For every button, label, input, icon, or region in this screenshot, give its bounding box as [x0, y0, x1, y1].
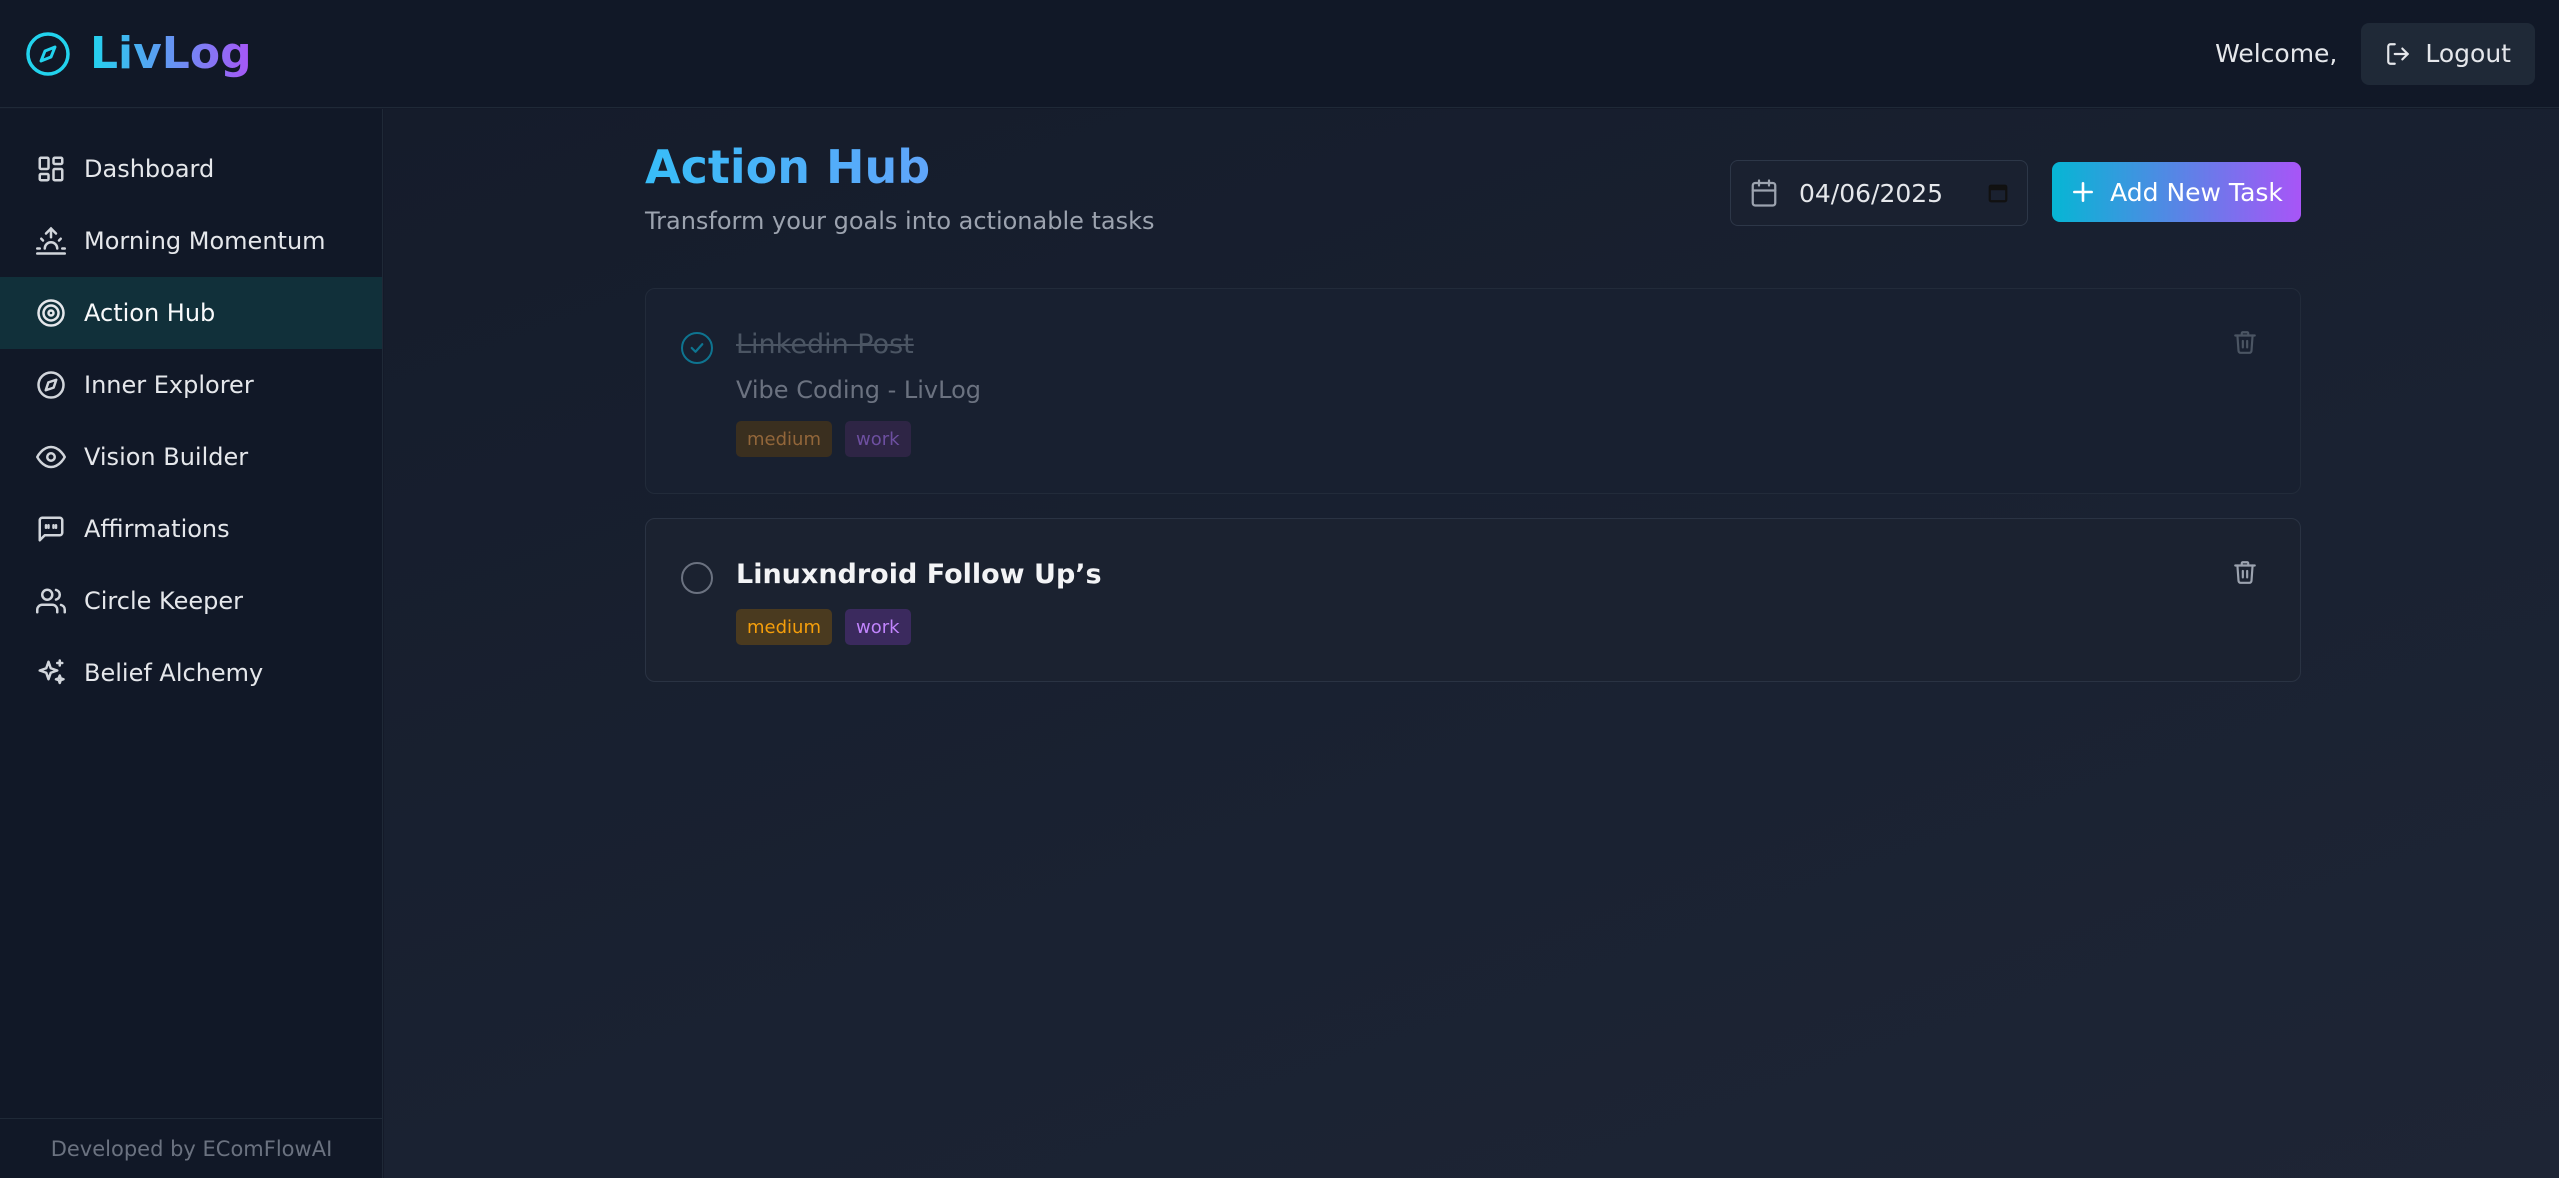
- sidebar: Dashboard Morning Momentum Action Hub In…: [0, 109, 383, 1178]
- priority-badge: medium: [736, 421, 832, 457]
- task-description: Vibe Coding - LivLog: [736, 376, 982, 404]
- add-new-task-label: Add New Task: [2110, 177, 2283, 207]
- sidebar-item-label: Inner Explorer: [84, 371, 254, 399]
- sidebar-item-morning-momentum[interactable]: Morning Momentum: [0, 205, 382, 277]
- users-icon: [36, 588, 66, 614]
- sidebar-footer: Developed by EComFlowAI: [0, 1118, 383, 1178]
- sidebar-item-label: Affirmations: [84, 515, 230, 543]
- add-new-task-button[interactable]: Add New Task: [2052, 162, 2301, 222]
- sidebar-nav: Dashboard Morning Momentum Action Hub In…: [0, 109, 382, 709]
- logout-label: Logout: [2425, 39, 2511, 68]
- sidebar-item-label: Action Hub: [84, 299, 216, 327]
- sidebar-item-label: Vision Builder: [84, 443, 249, 471]
- sidebar-item-label: Dashboard: [84, 155, 215, 183]
- compass-logo-icon: [26, 31, 70, 76]
- sidebar-item-belief-alchemy[interactable]: Belief Alchemy: [0, 637, 382, 709]
- trash-icon[interactable]: [2232, 559, 2258, 585]
- task-tags: medium work: [736, 609, 911, 645]
- dashboard-icon: [38, 156, 64, 182]
- task-card: Linkedin Post Vibe Coding - LivLog mediu…: [645, 288, 2301, 494]
- calendar-picker-icon[interactable]: [1987, 182, 2009, 204]
- app-name: LivLog: [90, 28, 252, 79]
- brand[interactable]: LivLog: [24, 28, 252, 79]
- sidebar-item-circle-keeper[interactable]: Circle Keeper: [0, 565, 382, 637]
- page-title: Action Hub: [645, 140, 931, 194]
- page-subtitle: Transform your goals into actionable tas…: [645, 207, 1155, 235]
- task-card: Linuxndroid Follow Up’s medium work: [645, 518, 2301, 682]
- top-header: LivLog Welcome, Logout: [0, 0, 2559, 108]
- sidebar-item-label: Morning Momentum: [84, 227, 326, 255]
- message-quote-icon: [38, 516, 64, 542]
- check-icon: [690, 343, 704, 353]
- task-complete-checkbox[interactable]: [681, 332, 713, 364]
- footer-credit: Developed by EComFlowAI: [50, 1136, 333, 1161]
- date-picker-field[interactable]: 04/06/2025: [1730, 160, 2028, 226]
- sidebar-item-inner-explorer[interactable]: Inner Explorer: [0, 349, 382, 421]
- date-value: 04/06/2025: [1799, 178, 1944, 208]
- logout-icon: [2387, 42, 2410, 65]
- priority-badge: medium: [736, 609, 832, 645]
- task-complete-checkbox[interactable]: [681, 562, 713, 594]
- calendar-icon: [1751, 179, 1777, 207]
- sunrise-icon: [36, 226, 66, 255]
- welcome-text: Welcome,: [2215, 39, 2338, 68]
- category-badge: work: [844, 421, 911, 457]
- sidebar-item-affirmations[interactable]: Affirmations: [0, 493, 382, 565]
- plus-icon: [2073, 182, 2094, 202]
- task-title: Linuxndroid Follow Up’s: [736, 559, 1102, 590]
- compass-icon: [37, 371, 65, 399]
- sidebar-item-dashboard[interactable]: Dashboard: [0, 133, 382, 205]
- sidebar-item-label: Circle Keeper: [84, 587, 243, 615]
- eye-icon: [36, 445, 66, 469]
- category-badge: work: [844, 609, 911, 645]
- sparkles-icon: [38, 659, 65, 685]
- task-tags: medium work: [736, 421, 911, 457]
- logout-button[interactable]: Logout: [2361, 22, 2535, 85]
- target-icon: [37, 299, 65, 327]
- sidebar-item-vision-builder[interactable]: Vision Builder: [0, 421, 382, 493]
- trash-icon[interactable]: [2232, 329, 2258, 355]
- sidebar-item-label: Belief Alchemy: [84, 659, 264, 687]
- task-title: Linkedin Post: [736, 329, 914, 360]
- sidebar-item-action-hub[interactable]: Action Hub: [0, 277, 382, 349]
